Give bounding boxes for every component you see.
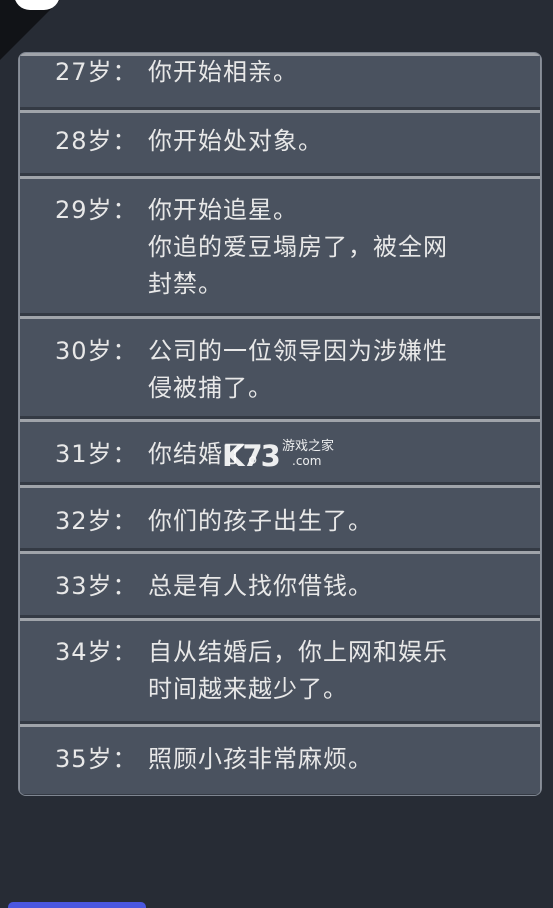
age-label: 30岁： bbox=[55, 337, 138, 365]
event-text: 你们的孩子出生了。 bbox=[148, 507, 373, 535]
bottom-action-button[interactable] bbox=[8, 902, 146, 908]
age-label: 32岁： bbox=[55, 507, 138, 535]
watermark-brand: K73 bbox=[222, 439, 281, 473]
event-text: 照顾小孩非常麻烦。 bbox=[148, 745, 373, 773]
watermark-tagline: 游戏之家 bbox=[282, 439, 335, 454]
life-timeline-screen: 27岁： 你开始相亲。 28岁： 你开始处对象。 29岁： 你开始追星。 你追的… bbox=[0, 0, 553, 908]
event-text: 总是有人找你借钱。 bbox=[148, 572, 373, 600]
event-text: 公司的一位领导因为涉嫌性 侵被捕了。 bbox=[148, 337, 448, 402]
timeline-row: 32岁： 你们的孩子出生了。 bbox=[20, 485, 540, 551]
timeline-row: 35岁： 照顾小孩非常麻烦。 bbox=[20, 724, 540, 795]
age-label: 29岁： bbox=[55, 196, 138, 224]
k73-watermark: K73 游戏之家 .com bbox=[222, 439, 382, 477]
timeline-row: 28岁： 你开始处对象。 bbox=[20, 110, 540, 176]
age-label: 28岁： bbox=[55, 127, 138, 155]
event-text: 你追的爱豆塌房了，被全网 封禁。 bbox=[148, 233, 448, 298]
age-label: 31岁： bbox=[55, 440, 138, 468]
age-label: 35岁： bbox=[55, 745, 138, 773]
timeline-row: 29岁： 你开始追星。 你追的爱豆塌房了，被全网 封禁。 bbox=[20, 176, 540, 316]
watermark-domain: .com bbox=[292, 454, 322, 468]
age-label: 33岁： bbox=[55, 572, 138, 600]
life-event-list[interactable]: 27岁： 你开始相亲。 28岁： 你开始处对象。 29岁： 你开始追星。 你追的… bbox=[18, 52, 542, 796]
event-text: 你开始相亲。 bbox=[148, 58, 298, 86]
age-label: 34岁： bbox=[55, 638, 138, 666]
timeline-row: 33岁： 总是有人找你借钱。 bbox=[20, 551, 540, 618]
event-text: 你开始追星。 bbox=[148, 196, 298, 224]
age-label: 27岁： bbox=[55, 58, 138, 86]
event-text: 自从结婚后，你上网和娱乐 时间越来越少了。 bbox=[148, 638, 448, 703]
event-text: 你开始处对象。 bbox=[148, 127, 323, 155]
timeline-row: 27岁： 你开始相亲。 bbox=[20, 53, 540, 110]
timeline-row: 30岁： 公司的一位领导因为涉嫌性 侵被捕了。 bbox=[20, 316, 540, 419]
timeline-row: 34岁： 自从结婚后，你上网和娱乐 时间越来越少了。 bbox=[20, 618, 540, 724]
